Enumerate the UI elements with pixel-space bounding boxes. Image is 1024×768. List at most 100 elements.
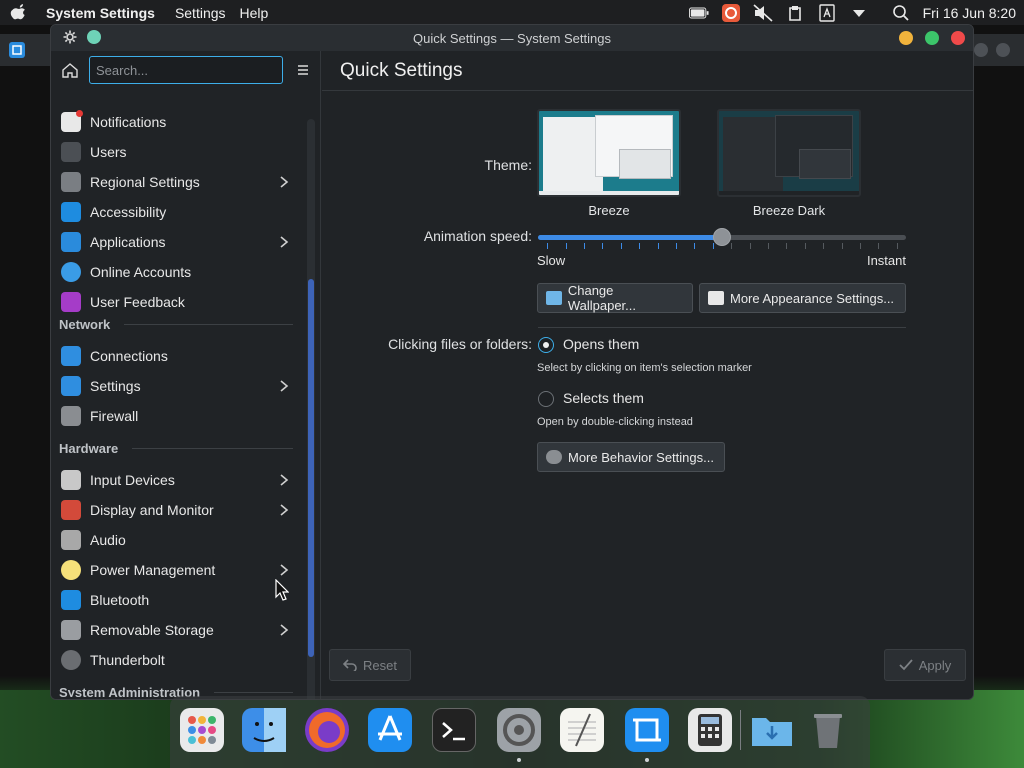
sidebar-item-label: User Feedback	[90, 294, 185, 310]
radio-selects-them[interactable]	[538, 391, 554, 407]
sidebar-item-removable-storage[interactable]: Removable Storage	[51, 615, 301, 645]
sidebar-item-network-settings[interactable]: Settings	[51, 371, 301, 401]
search-icon[interactable]	[891, 4, 911, 22]
clipboard-icon[interactable]	[785, 4, 805, 22]
theme-label: Theme:	[484, 157, 532, 173]
main-content: Quick Settings Theme: Breeze Breeze Dark…	[322, 51, 973, 699]
slider-tick	[786, 243, 788, 249]
battery-icon[interactable]	[688, 4, 709, 22]
sidebar-item-firewall[interactable]: Firewall	[51, 401, 301, 431]
trash-icon[interactable]	[806, 708, 850, 752]
input-method-icon[interactable]	[817, 3, 837, 22]
sidebar-item-input-devices[interactable]: Input Devices	[51, 465, 301, 495]
radio-opens-them[interactable]	[538, 337, 554, 353]
notification-app-icon[interactable]	[721, 3, 741, 22]
menubar-app-name[interactable]: System Settings	[46, 5, 155, 21]
window-menu-gear-icon[interactable]	[63, 30, 77, 44]
slider-tick	[860, 243, 861, 249]
sidebar-item-applications[interactable]: Applications	[51, 227, 301, 257]
sidebar-item-label: Accessibility	[90, 204, 167, 220]
sidebar-item-thunderbolt[interactable]: Thunderbolt	[51, 645, 301, 675]
sidebar-item-label: Connections	[90, 348, 168, 364]
sidebar-item-users[interactable]: Users	[51, 137, 301, 167]
change-wallpaper-button[interactable]: Change Wallpaper...	[537, 283, 693, 313]
section-title: Hardware	[59, 440, 119, 456]
screen-tool-icon[interactable]	[625, 708, 669, 752]
user-feedback-icon	[61, 292, 81, 312]
sidebar-item-display-monitor[interactable]: Display and Monitor	[51, 495, 301, 525]
sidebar-header	[51, 51, 321, 89]
theme-thumbnail-breeze[interactable]	[537, 109, 681, 197]
page-title: Quick Settings	[340, 60, 463, 81]
more-behavior-settings-button[interactable]: More Behavior Settings...	[537, 442, 725, 472]
sidebar-item-accessibility[interactable]: Accessibility	[51, 197, 301, 227]
chevron-right-icon	[280, 380, 289, 392]
hamburger-menu-icon[interactable]	[295, 62, 311, 78]
reset-button[interactable]: Reset	[329, 649, 411, 681]
sidebar-item-bluetooth[interactable]: Bluetooth	[51, 585, 301, 615]
theme-thumbnail-breeze-dark[interactable]	[717, 109, 861, 197]
slider-tick	[878, 243, 880, 249]
chevron-right-icon	[280, 504, 289, 516]
search-input[interactable]	[89, 56, 283, 84]
clock[interactable]: Fri 16 Jun 8:20	[923, 5, 1016, 21]
slider-tick	[657, 243, 659, 249]
maximize-button[interactable]	[925, 31, 939, 45]
home-icon[interactable]	[61, 61, 79, 79]
terminal-icon[interactable]	[432, 708, 476, 752]
slider-tick	[712, 243, 714, 249]
sidebar-item-regional-settings[interactable]: Regional Settings	[51, 167, 301, 197]
tray-expand-icon[interactable]	[849, 4, 869, 22]
sidebar-item-audio[interactable]: Audio	[51, 525, 301, 555]
apply-button[interactable]: Apply	[884, 649, 966, 681]
slider-tick	[768, 243, 769, 249]
window-titlebar[interactable]: Quick Settings — System Settings	[51, 25, 973, 51]
behavior-icon	[546, 450, 562, 464]
sidebar-item-notifications[interactable]: Notifications	[51, 107, 301, 137]
menu-settings[interactable]: Settings	[175, 5, 226, 21]
app-store-icon[interactable]	[368, 708, 412, 752]
radio-opens-them-label[interactable]: Opens them	[563, 336, 639, 352]
section-system-administration-header: System Administration	[59, 681, 293, 697]
close-button[interactable]	[951, 31, 965, 45]
slider-tick	[639, 243, 641, 249]
slider-tick	[547, 243, 549, 249]
sidebar-item-connections[interactable]: Connections	[51, 341, 301, 371]
online-accounts-icon	[61, 262, 81, 282]
apple-logo-icon[interactable]	[10, 3, 28, 22]
undo-icon	[343, 659, 357, 671]
radio-selects-them-label[interactable]: Selects them	[563, 390, 644, 406]
sidebar-scrollbar-thumb[interactable]	[308, 279, 314, 657]
calculator-icon[interactable]	[688, 708, 732, 752]
sidebar-item-label: Online Accounts	[90, 264, 192, 280]
dock	[170, 696, 870, 768]
power-management-icon	[61, 560, 81, 580]
section-divider	[538, 327, 906, 328]
firefox-icon[interactable]	[305, 708, 349, 752]
button-label: More Behavior Settings...	[568, 449, 714, 465]
screen-tool-icon	[9, 42, 25, 58]
notes-icon[interactable]	[560, 708, 604, 752]
thunderbolt-icon	[61, 650, 81, 670]
sidebar-item-label: Audio	[90, 532, 126, 548]
more-appearance-settings-button[interactable]: More Appearance Settings...	[699, 283, 906, 313]
launchpad-icon[interactable]	[180, 708, 224, 752]
menu-help[interactable]: Help	[240, 5, 269, 21]
sidebar-list: Notifications Users Regional Settings Ac…	[51, 107, 301, 697]
dock-divider	[740, 710, 741, 750]
sidebar-item-online-accounts[interactable]: Online Accounts	[51, 257, 301, 287]
pin-window-icon[interactable]	[87, 30, 101, 44]
network-settings-icon	[61, 376, 81, 396]
minimize-button[interactable]	[899, 31, 913, 45]
system-settings-icon[interactable]	[497, 708, 541, 752]
removable-storage-icon	[61, 620, 81, 640]
animation-speed-slider-handle[interactable]	[713, 228, 731, 246]
wallpaper-icon	[546, 291, 562, 305]
finder-icon[interactable]	[242, 708, 286, 752]
downloads-folder-icon[interactable]	[750, 708, 794, 752]
sidebar: Notifications Users Regional Settings Ac…	[51, 51, 321, 699]
volume-muted-icon[interactable]	[753, 3, 773, 22]
button-label: Change Wallpaper...	[567, 283, 637, 313]
slider-tick	[823, 243, 825, 249]
sidebar-item-power-management[interactable]: Power Management	[51, 555, 301, 585]
